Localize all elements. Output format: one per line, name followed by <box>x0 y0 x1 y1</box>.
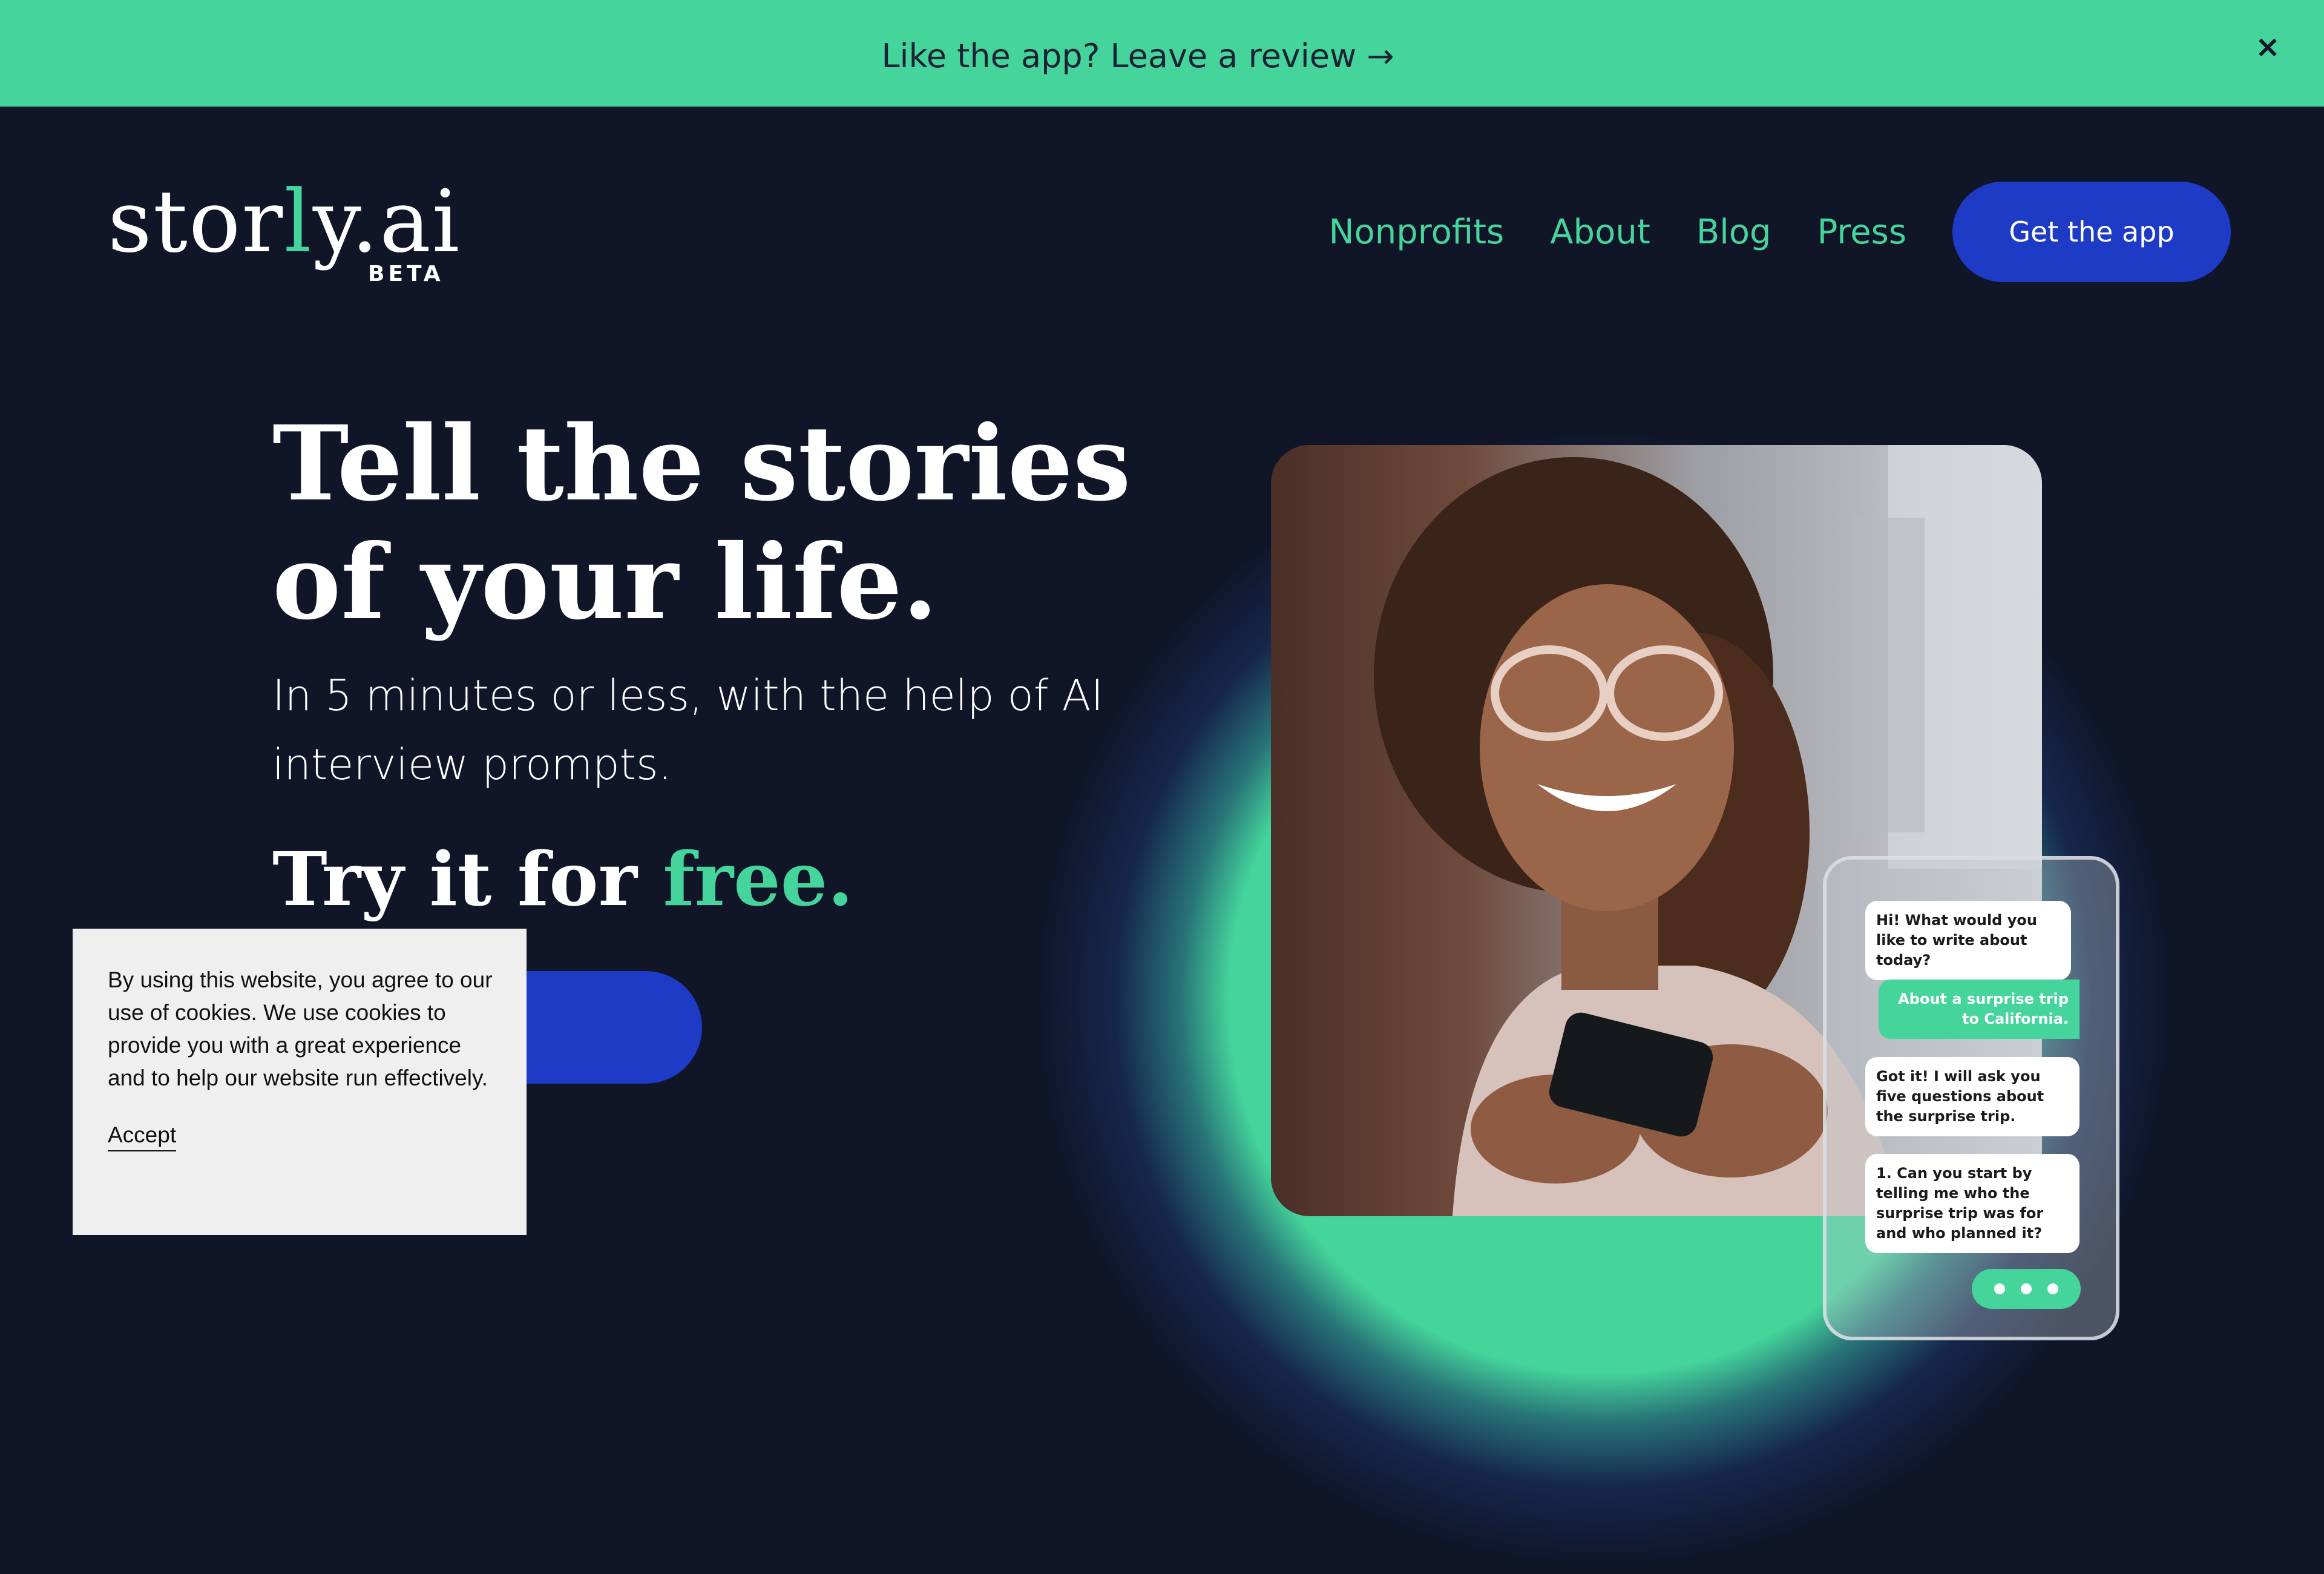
cookie-consent-text: By using this website, you agree to our … <box>108 967 493 1090</box>
logo-text-suffix: y.ai <box>312 172 461 272</box>
chat-phone-mockup: Hi! What would you like to write about t… <box>1823 856 2119 1340</box>
accept-cookies-button[interactable]: Accept <box>108 1122 177 1151</box>
try-prefix: Try it for <box>272 835 663 923</box>
chat-bubble-bot: Hi! What would you like to write about t… <box>1865 901 2071 980</box>
chat-bubble-bot: Got it! I will ask you five questions ab… <box>1865 1057 2079 1136</box>
logo-text-prefix: stor <box>108 172 284 272</box>
get-the-app-button[interactable]: Get the app <box>1952 182 2231 282</box>
typing-dot <box>1994 1283 2005 1294</box>
logo-accent-letter: l <box>284 172 313 272</box>
typing-dot <box>2021 1283 2032 1294</box>
nav-link-nonprofits[interactable]: Nonprofits <box>1329 212 1505 252</box>
chat-bubble-bot: 1. Can you start by telling me who the s… <box>1865 1154 2079 1253</box>
logo-wordmark: storly.ai <box>108 179 461 265</box>
try-free-highlight: free. <box>663 835 853 923</box>
typing-indicator <box>1972 1269 2081 1309</box>
hero-subtitle: In 5 minutes or less, with the help of A… <box>272 671 1104 789</box>
leave-review-link[interactable]: Like the app? Leave a review → <box>881 37 1394 75</box>
close-icon[interactable]: × <box>2255 29 2280 64</box>
storly-logo[interactable]: storly.ai BETA <box>108 179 459 288</box>
nav-link-press[interactable]: Press <box>1817 212 1906 252</box>
hero-title: Tell the stories of your life. <box>272 403 1131 643</box>
typing-dot <box>2047 1283 2058 1294</box>
nav-link-blog[interactable]: Blog <box>1696 212 1771 252</box>
review-banner: Like the app? Leave a review → × <box>0 0 2324 107</box>
beta-badge: BETA <box>368 262 444 286</box>
chat-bubble-user: About a surprise trip to California. <box>1879 980 2079 1039</box>
cookie-consent-banner: By using this website, you agree to our … <box>73 929 527 1235</box>
try-free-heading: Try it for free. <box>272 835 853 923</box>
nav-link-about[interactable]: About <box>1550 212 1650 252</box>
main-nav: Nonprofits About Blog Press Get the app <box>1329 182 2324 282</box>
